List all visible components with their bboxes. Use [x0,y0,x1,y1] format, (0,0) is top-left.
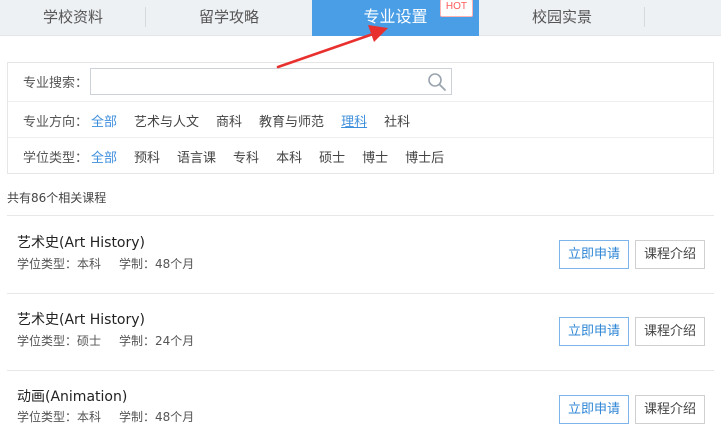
tab-campus-photos[interactable]: 校园实景 [479,0,645,36]
degree-option-postdoc[interactable]: 博士后 [405,147,444,166]
course-title[interactable]: 动画(Animation) [17,386,127,406]
course-duration: 学制：24个月 [119,334,195,348]
direction-option-social[interactable]: 社科 [384,111,410,130]
course-degree: 学位类型：本科 [17,257,102,271]
course-duration: 学制：48个月 [119,410,195,424]
direction-label: 专业方向： [23,114,89,130]
search-label: 专业搜索： [23,76,89,91]
degree-row: 学位类型： 全部 预科 语言课 专科 本科 硕士 博士 博士后 [8,137,713,174]
apply-button[interactable]: 立即申请 [559,317,630,346]
course-intro-button[interactable]: 课程介绍 [635,317,706,346]
direction-option-science[interactable]: 理科 [341,111,367,130]
apply-button[interactable]: 立即申请 [559,240,630,269]
course-meta: 学位类型：本科 学制：48个月 [17,255,194,272]
course-duration: 学制：48个月 [119,257,195,271]
apply-button[interactable]: 立即申请 [559,395,630,424]
tab-label: 校园实景 [531,8,592,26]
degree-option-bachelor[interactable]: 本科 [276,147,302,166]
tab-label: 留学攻略 [198,8,259,26]
direction-option-business[interactable]: 商科 [216,111,242,130]
course-degree: 学位类型：硕士 [17,334,102,348]
degree-option-diploma[interactable]: 专科 [233,147,259,166]
course-item: 动画(Animation) 学位类型：本科 学制：48个月 立即申请 课程介绍 [7,371,714,438]
direction-option-all[interactable]: 全部 [91,111,117,130]
direction-row: 专业方向： 全部 艺术与人文 商科 教育与师范 理科 社科 [8,101,713,138]
course-title[interactable]: 艺术史(Art History) [17,232,145,252]
course-intro-button[interactable]: 课程介绍 [635,240,706,269]
course-intro-button[interactable]: 课程介绍 [635,395,706,424]
filter-panel: 专业搜索： 专业方向： 全部 艺术与人文 商科 教育与师范 理科 社科 学位类型… [7,62,714,174]
degree-label: 学位类型： [23,150,89,166]
result-count: 共有86个相关课程 [7,191,107,205]
degree-option-all[interactable]: 全部 [91,147,117,166]
course-meta: 学位类型：本科 学制：48个月 [17,408,194,425]
degree-option-foundation[interactable]: 预科 [134,147,160,166]
direction-option-arts[interactable]: 艺术与人文 [134,111,199,130]
course-title[interactable]: 艺术史(Art History) [17,309,145,329]
degree-option-master[interactable]: 硕士 [319,147,345,166]
course-meta: 学位类型：硕士 学制：24个月 [17,332,194,349]
tab-label: 学校资料 [42,8,103,26]
course-item: 艺术史(Art History) 学位类型：本科 学制：48个月 立即申请 课程介… [7,216,714,292]
tab-school-info[interactable]: 学校资料 [0,0,146,36]
direction-option-education[interactable]: 教育与师范 [259,111,324,130]
course-item: 艺术史(Art History) 学位类型：硕士 学制：24个月 立即申请 课程介… [7,294,714,370]
course-degree: 学位类型：本科 [17,410,102,424]
degree-option-language[interactable]: 语言课 [177,147,216,166]
hot-badge: HOT [439,0,473,17]
annotation-arrow [276,25,388,69]
search-icon[interactable] [427,72,447,92]
degree-option-phd[interactable]: 博士 [362,147,388,166]
